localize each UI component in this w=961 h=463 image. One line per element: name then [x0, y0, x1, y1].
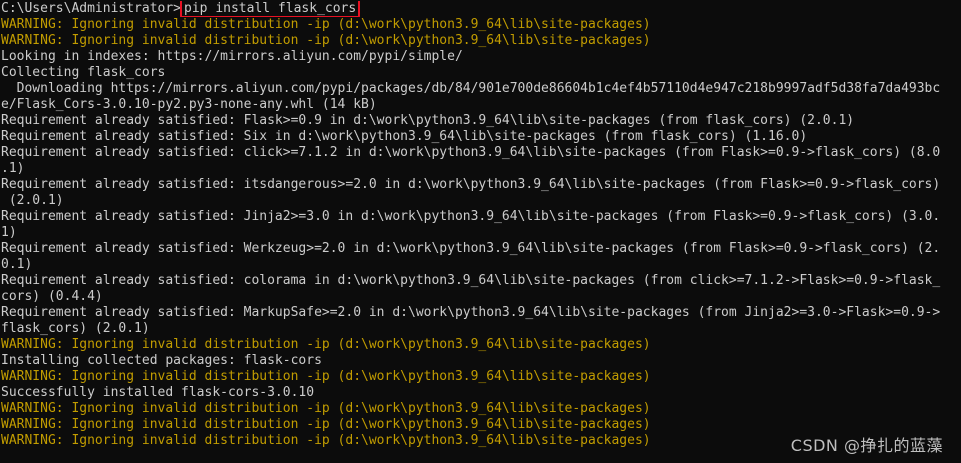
output-line: Requirement already satisfied: Werkzeug>…	[1, 241, 941, 256]
output-line: Looking in indexes: https://mirrors.aliy…	[1, 49, 463, 64]
output-line: Requirement already satisfied: Six in d:…	[1, 129, 808, 144]
output-line: .1)	[1, 161, 25, 176]
warning-line: WARNING: Ignoring invalid distribution -…	[1, 337, 651, 352]
highlighted-command: pip install flask_cors	[180, 1, 361, 17]
output-line: Collecting flask_cors	[1, 65, 166, 80]
warning-line: WARNING: Ignoring invalid distribution -…	[1, 33, 651, 48]
output-line: Downloading https://mirrors.aliyun.com/p…	[1, 81, 941, 96]
output-line: Installing collected packages: flask-cor…	[1, 353, 322, 368]
output-line: 1)	[1, 225, 17, 240]
output-line: e/Flask_Cors-3.0.10-py2.py3-none-any.whl…	[1, 97, 377, 112]
prompt: C:\Users\Administrator>	[1, 1, 182, 16]
warning-line: WARNING: Ignoring invalid distribution -…	[1, 401, 651, 416]
terminal-output: WARNING: Ignoring invalid distribution -…	[1, 17, 961, 449]
prompt-line: C:\Users\Administrator> pip install flask…	[1, 1, 961, 17]
output-line: Requirement already satisfied: Flask>=0.…	[1, 113, 855, 128]
output-line: Requirement already satisfied: click>=7.…	[1, 145, 941, 160]
output-line: 0.1)	[1, 257, 33, 272]
terminal-window[interactable]: C:\Users\Administrator> pip install flask…	[0, 0, 961, 463]
output-line: flask_cors) (2.0.1)	[1, 321, 150, 336]
output-line: Requirement already satisfied: MarkupSaf…	[1, 305, 941, 320]
watermark: CSDN @挣扎的蓝藻	[790, 436, 943, 455]
output-line: cors) (0.4.4)	[1, 289, 103, 304]
output-line: Requirement already satisfied: Jinja2>=3…	[1, 209, 941, 224]
output-line: Requirement already satisfied: colorama …	[1, 273, 941, 288]
warning-line: WARNING: Ignoring invalid distribution -…	[1, 17, 651, 32]
output-line: (2.0.1)	[1, 193, 64, 208]
warning-line: WARNING: Ignoring invalid distribution -…	[1, 417, 651, 432]
output-line: Successfully installed flask-cors-3.0.10	[1, 385, 315, 400]
output-line: Requirement already satisfied: itsdanger…	[1, 177, 941, 192]
warning-line: WARNING: Ignoring invalid distribution -…	[1, 369, 651, 384]
